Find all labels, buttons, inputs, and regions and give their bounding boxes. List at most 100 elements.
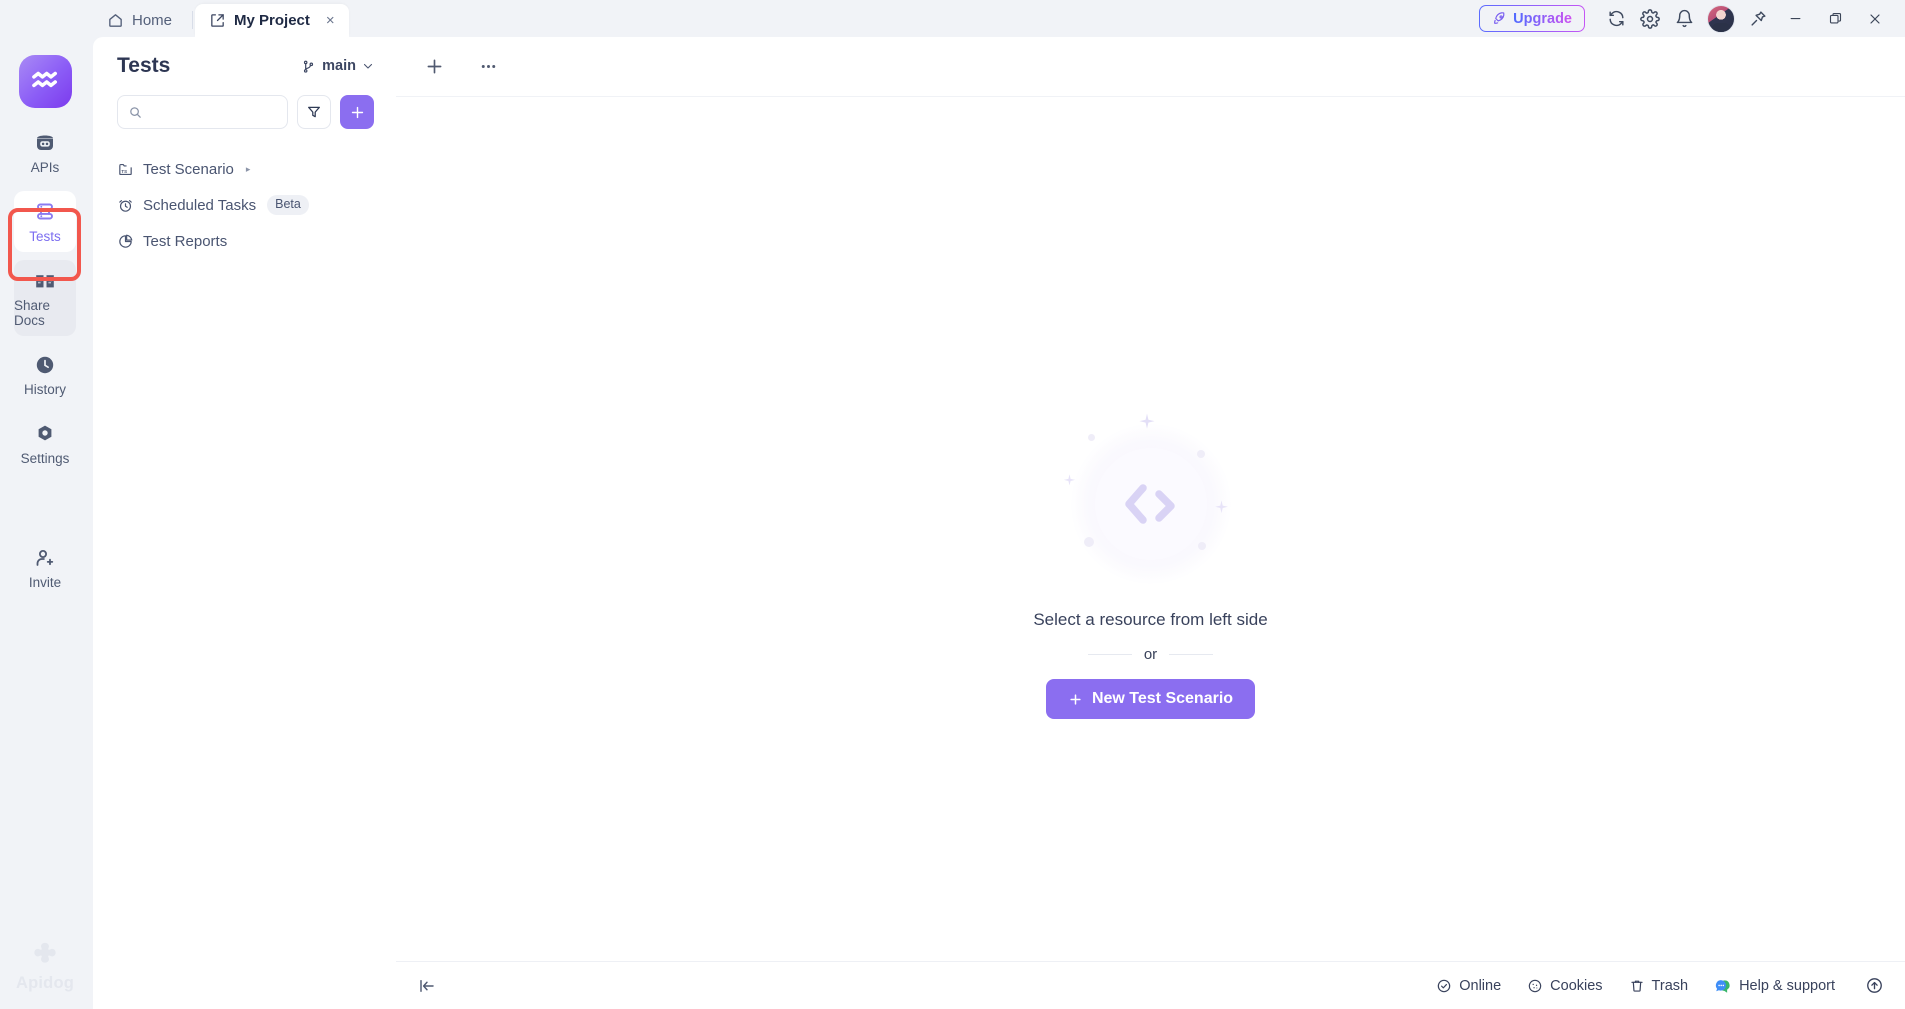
search-input[interactable] <box>150 104 277 120</box>
divider-line <box>1087 654 1132 655</box>
decorative-dot <box>1087 434 1095 441</box>
share-docs-icon <box>33 269 57 293</box>
plus-icon <box>349 104 366 121</box>
more-button[interactable] <box>472 51 504 83</box>
tree-item-test-scenario-label: Test Scenario <box>143 160 234 178</box>
apidog-watermark: Apidog <box>16 940 74 993</box>
new-test-scenario-button[interactable]: New Test Scenario <box>1045 679 1256 719</box>
tab-strip: Home My Project × <box>0 0 349 37</box>
tab-home-label: Home <box>132 12 173 29</box>
status-cookies-label: Cookies <box>1550 977 1603 994</box>
sidebar-item-invite-label: Invite <box>28 575 62 590</box>
status-cookies[interactable]: Cookies <box>1527 977 1603 994</box>
code-brackets-icon <box>1115 475 1187 533</box>
main-content: Select a resource from left side or New … <box>396 37 1905 1009</box>
empty-state: Select a resource from left side or New … <box>396 97 1905 949</box>
sidebar-item-invite[interactable]: Invite <box>14 537 76 598</box>
tab-my-project-label: My Project <box>234 12 310 29</box>
divider-line <box>1169 654 1214 655</box>
sparkle-icon <box>1213 499 1230 516</box>
new-test-scenario-label: New Test Scenario <box>1091 690 1234 707</box>
branch-selector[interactable]: main <box>301 58 374 74</box>
sidebar-item-tests[interactable]: Tests <box>14 191 76 252</box>
collapse-panel-icon <box>418 977 436 995</box>
gear-icon[interactable] <box>1633 2 1667 36</box>
status-bar: Online Cookies Trash Help & support <box>396 961 1905 1009</box>
sidebar-item-apis-label: APIs <box>30 160 60 175</box>
chevron-right-icon[interactable]: ▸ <box>246 164 251 175</box>
filter-button[interactable] <box>297 95 331 129</box>
title-bar: Home My Project × Upgrade <box>0 0 1905 37</box>
avatar[interactable] <box>1707 4 1735 33</box>
sidebar-item-tests-label: Tests <box>29 229 61 244</box>
branch-label: main <box>322 58 356 74</box>
page-title: Tests <box>117 54 171 77</box>
arrow-up-circle-icon[interactable] <box>1861 973 1887 999</box>
sidebar-item-share-docs-label: Share Docs <box>14 298 51 328</box>
decorative-dot <box>1196 450 1205 458</box>
bell-icon[interactable] <box>1667 2 1701 36</box>
status-bar-items: Online Cookies Trash Help & support <box>1436 973 1887 999</box>
status-help-support[interactable]: Help & support <box>1714 977 1835 995</box>
status-online[interactable]: Online <box>1436 978 1501 994</box>
add-test-button[interactable] <box>340 95 374 129</box>
close-icon[interactable]: × <box>326 13 335 28</box>
cookie-icon <box>1527 978 1543 994</box>
maximize-icon[interactable] <box>1815 0 1855 37</box>
status-help-support-label: Help & support <box>1739 977 1835 994</box>
status-badge: Beta <box>267 195 309 215</box>
ellipsis-icon <box>478 56 499 77</box>
apidog-logo[interactable] <box>18 55 72 108</box>
tab-home[interactable]: Home <box>93 4 190 37</box>
trash-icon <box>1629 978 1645 994</box>
collapse-panel-button[interactable] <box>418 977 436 995</box>
filter-icon <box>306 104 322 120</box>
pin-icon[interactable] <box>1741 2 1775 36</box>
rocket-icon <box>1492 11 1507 26</box>
check-circle-icon <box>1436 978 1452 994</box>
pie-chart-icon <box>117 233 134 250</box>
sidebar-item-apis[interactable]: APIs <box>14 122 76 183</box>
empty-illustration <box>1061 412 1241 594</box>
svg-text:TS: TS <box>121 168 127 173</box>
search-icon <box>128 105 143 120</box>
panel-header: Tests main <box>93 37 396 95</box>
sidebar-item-share-docs[interactable]: Share Docs <box>14 260 76 336</box>
tab-divider <box>192 11 194 29</box>
alarm-clock-icon <box>117 197 134 214</box>
search-row <box>93 95 396 129</box>
invite-user-icon <box>33 546 57 570</box>
tree-item-test-scenario[interactable]: TS Test Scenario ▸ <box>93 151 396 187</box>
rail-items: APIs Tests Share Docs History Settings I… <box>0 122 90 606</box>
minimize-icon[interactable] <box>1775 0 1815 37</box>
chevron-down-icon <box>362 60 374 72</box>
window-controls: Upgrade <box>1479 0 1905 37</box>
search-box[interactable] <box>117 95 288 129</box>
plus-icon <box>424 56 445 77</box>
apidog-mark-icon <box>34 942 56 963</box>
status-trash[interactable]: Trash <box>1629 978 1688 994</box>
branch-icon <box>301 59 316 74</box>
history-clock-icon <box>33 353 57 377</box>
sidebar-item-history-label: History <box>23 382 66 397</box>
tests-tree: TS Test Scenario ▸ Scheduled Tasks Beta <box>93 151 396 259</box>
upgrade-button[interactable]: Upgrade <box>1479 5 1585 32</box>
sidebar-item-settings-label: Settings <box>20 451 70 466</box>
tree-item-test-reports[interactable]: Test Reports <box>93 223 396 259</box>
or-label: or <box>1143 646 1158 663</box>
sidebar-item-settings[interactable]: Settings <box>14 413 76 474</box>
apidog-brand-label: Apidog <box>15 974 74 992</box>
close-window-icon[interactable] <box>1855 0 1895 37</box>
chat-support-icon <box>1714 977 1732 995</box>
tree-item-scheduled-tasks[interactable]: Scheduled Tasks Beta <box>93 187 396 223</box>
home-icon <box>107 12 124 29</box>
sync-icon[interactable] <box>1599 2 1633 36</box>
upgrade-label: Upgrade <box>1513 10 1572 27</box>
sparkle-icon <box>1137 412 1157 432</box>
sparkle-icon <box>1062 473 1077 488</box>
sidebar-item-history[interactable]: History <box>14 344 76 405</box>
tab-my-project[interactable]: My Project × <box>195 4 349 37</box>
apis-icon <box>33 131 57 155</box>
decorative-dot <box>1083 537 1094 547</box>
add-button[interactable] <box>418 51 450 83</box>
